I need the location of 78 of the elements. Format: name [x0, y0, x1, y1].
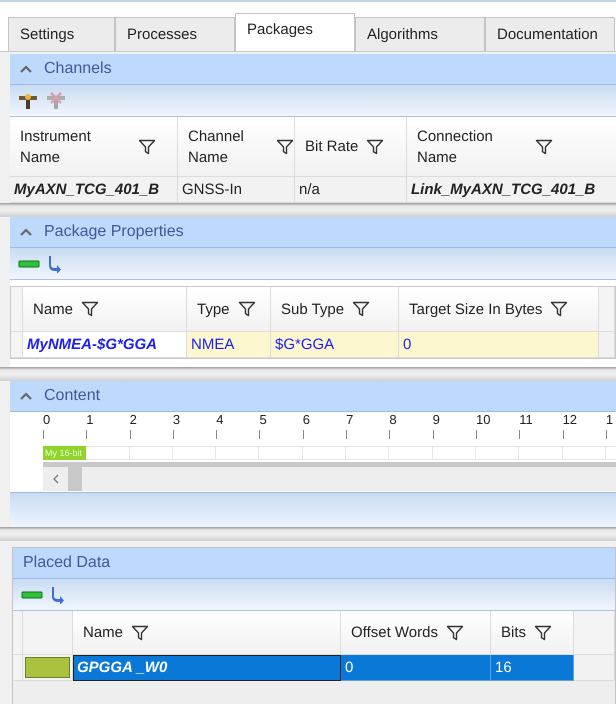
filter-icon[interactable] — [131, 624, 150, 642]
bit-cell — [216, 446, 260, 460]
filter-icon[interactable] — [81, 300, 100, 318]
ruler-number: 0 — [43, 412, 50, 427]
collapse-caret-icon[interactable] — [20, 65, 32, 73]
minus-bar-icon[interactable] — [21, 590, 43, 600]
table-cell[interactable]: MyAXN_TCG_401_B — [10, 177, 178, 203]
table-cell[interactable]: 0 — [399, 332, 599, 358]
ruler-number: 1 — [86, 412, 94, 427]
ruler-number: 11 — [519, 412, 533, 427]
tab[interactable]: Packages — [235, 13, 355, 51]
table-cell[interactable]: GNSS-In — [178, 177, 295, 203]
column-header[interactable]: Bit Rate — [295, 117, 407, 177]
collapse-caret-icon[interactable] — [20, 392, 32, 400]
bit-cell — [389, 446, 433, 460]
column-header[interactable]: Sub Type — [271, 287, 399, 332]
filter-icon[interactable] — [550, 300, 568, 318]
plug-icon[interactable] — [18, 92, 38, 110]
table-cell[interactable]: GPGGA _W0 — [73, 655, 341, 681]
bit-cell — [259, 446, 303, 460]
column-header[interactable]: Type — [187, 287, 271, 332]
ruler-number: 9 — [432, 412, 440, 427]
column-header[interactable]: Channel Name — [178, 117, 295, 177]
column-header[interactable]: Bits — [491, 611, 574, 655]
ruler-number: 10 — [476, 412, 490, 427]
filter-icon[interactable] — [276, 138, 294, 156]
ruler-number: 8 — [389, 412, 397, 427]
filter-icon[interactable] — [534, 624, 552, 642]
tab[interactable]: Documentation — [485, 17, 615, 51]
tab[interactable]: Processes — [115, 17, 235, 51]
scroll-left-icon[interactable] — [52, 474, 58, 484]
table-cell[interactable]: $G*GGA — [271, 332, 399, 358]
section-title: Content — [44, 387, 100, 405]
column-header[interactable]: Name — [73, 611, 341, 655]
bit-cell — [86, 446, 130, 460]
ruler-number: 3 — [172, 412, 180, 427]
filter-icon[interactable] — [366, 138, 384, 156]
section-title: Channels — [44, 60, 112, 78]
arrow-icon[interactable] — [51, 586, 65, 604]
collapse-caret-icon[interactable] — [20, 228, 32, 236]
filter-icon[interactable] — [535, 138, 553, 156]
table-cell[interactable]: 0 — [341, 655, 491, 681]
bit-cell — [130, 446, 173, 460]
tab[interactable]: Settings — [8, 17, 115, 51]
ruler-number: 5 — [259, 412, 267, 427]
bit-cell — [562, 446, 606, 460]
ruler-number: 1 — [606, 412, 614, 427]
scrollbar[interactable] — [43, 467, 616, 491]
ruler-number: 12 — [562, 412, 578, 427]
table-cell[interactable]: 16 — [491, 655, 574, 681]
table-cell[interactable]: n/a — [295, 177, 407, 203]
table-cell[interactable]: NMEA — [187, 332, 271, 358]
filter-icon[interactable] — [238, 300, 256, 318]
table-cell[interactable]: Link_MyAXN_TCG_401_B — [407, 177, 616, 203]
column-header[interactable]: Target Size In Bytes — [399, 287, 599, 332]
minus-bar-icon[interactable] — [18, 258, 40, 268]
ruler-number: 2 — [130, 412, 137, 427]
bit-cell — [172, 446, 216, 460]
ruler-number: 7 — [346, 412, 354, 427]
ruler-number: 4 — [216, 412, 224, 427]
bit-cell — [432, 446, 476, 460]
table-cell[interactable]: MyNMEA-$G*GGA — [23, 332, 187, 358]
section-title: Placed Data — [23, 554, 110, 572]
section-title: Package Properties — [44, 223, 184, 241]
bit-cell — [302, 446, 346, 460]
column-header[interactable]: Offset Words — [341, 611, 491, 655]
scroll-thumb[interactable] — [68, 467, 82, 491]
filter-icon[interactable] — [446, 624, 464, 642]
column-header[interactable]: Name — [23, 287, 187, 332]
ruler-number: 6 — [302, 412, 310, 427]
filter-icon[interactable] — [138, 138, 156, 156]
arrow-icon[interactable] — [48, 254, 62, 272]
tab[interactable]: Algorithms — [355, 17, 485, 51]
bit-cell — [519, 446, 563, 460]
filter-icon[interactable] — [352, 300, 370, 318]
bit-cell — [476, 446, 520, 460]
column-header[interactable]: Instrument Name — [10, 117, 178, 177]
bit-cell — [346, 446, 390, 460]
